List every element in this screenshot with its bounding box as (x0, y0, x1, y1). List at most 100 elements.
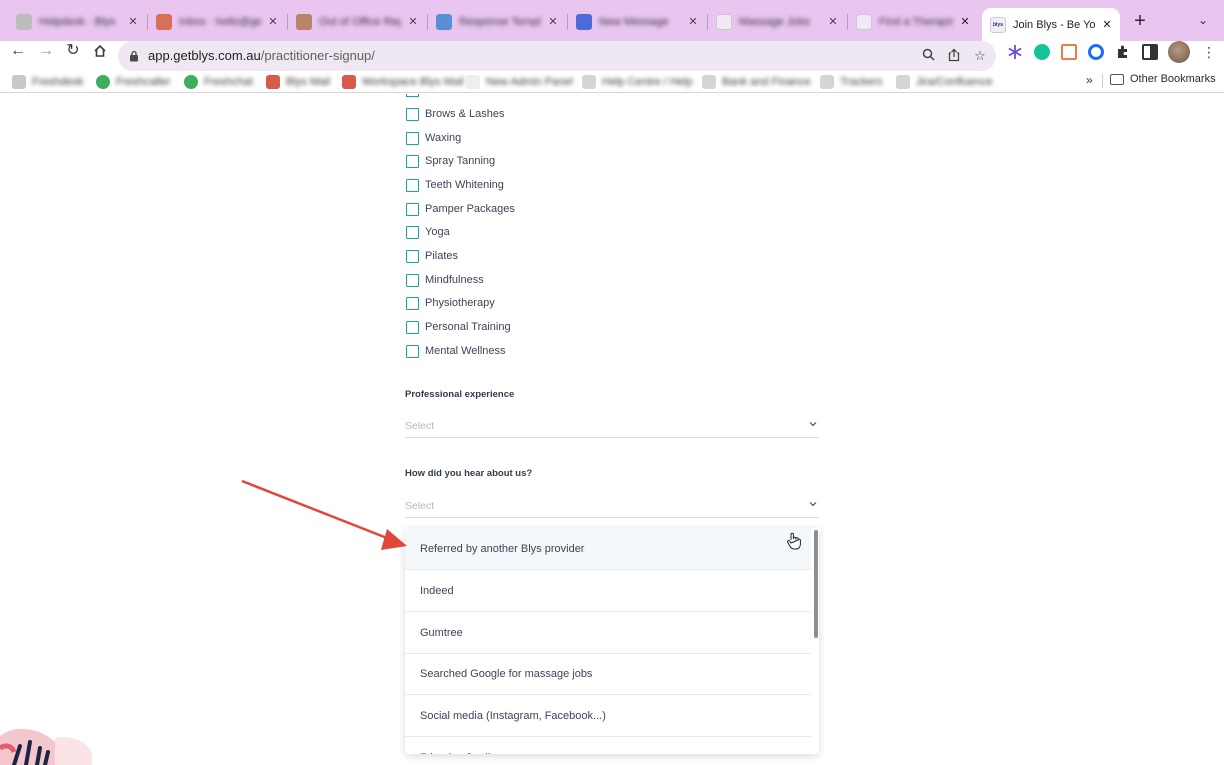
side-panel-icon[interactable] (1142, 44, 1158, 60)
service-option[interactable]: Mindfulness (406, 272, 484, 288)
checkbox[interactable] (406, 154, 419, 168)
browser-tab[interactable]: Inbox · hello@getblys ✕ (148, 9, 286, 35)
tab-favicon-icon (576, 14, 592, 30)
checkbox[interactable] (406, 107, 419, 121)
checkbox[interactable] (406, 249, 419, 263)
close-icon[interactable]: ✕ (958, 14, 972, 30)
select-placeholder: Select (405, 420, 435, 432)
dropdown-option[interactable]: Social media (Instagram, Facebook...) (405, 695, 811, 737)
close-icon[interactable]: ✕ (126, 14, 140, 30)
service-option[interactable]: Spray Tanning (406, 153, 495, 169)
checkbox[interactable] (406, 320, 419, 334)
close-icon[interactable]: ✕ (266, 14, 280, 30)
browser-tab[interactable]: Helpdesk · Blys ✕ (8, 9, 146, 35)
bookmarks-overflow-button[interactable]: » (1086, 73, 1093, 87)
bookmarks-divider (1102, 74, 1103, 88)
extension-snowflake-icon[interactable] (1007, 44, 1023, 60)
service-option[interactable]: Mental Wellness (406, 343, 506, 359)
profile-avatar[interactable] (1168, 41, 1190, 63)
folder-icon (582, 75, 596, 89)
bookmark-item[interactable]: Freshdesk (12, 74, 83, 90)
browser-tab-active[interactable]: blys Join Blys - Be Yo ✕ (982, 8, 1120, 41)
url-domain: app.getblys.com.au (148, 48, 261, 63)
bookmark-favicon-icon (184, 75, 198, 89)
service-label: Waxing (425, 132, 462, 144)
extensions-puzzle-icon[interactable] (1115, 44, 1131, 60)
dropdown-option[interactable]: Searched Google for massage jobs (405, 653, 811, 695)
bookmark-folder[interactable]: Jira/Confluence (896, 74, 992, 90)
other-bookmarks-button[interactable]: Other Bookmarks (1110, 73, 1216, 85)
new-tab-button[interactable]: + (1130, 11, 1150, 31)
address-bar[interactable]: app.getblys.com.au/practitioner-signup/ … (118, 41, 996, 71)
service-option[interactable]: Teeth Whitening (406, 177, 504, 193)
service-label: Physiotherapy (425, 297, 495, 309)
tab-title: Find a Therapist (879, 16, 953, 28)
extension-circle-icon[interactable] (1088, 44, 1104, 60)
close-icon[interactable]: ✕ (686, 14, 700, 30)
checkbox[interactable] (406, 225, 419, 239)
close-icon[interactable]: ✕ (1100, 17, 1114, 33)
browser-menu-icon[interactable]: ⋮ (1202, 43, 1216, 61)
browser-tab[interactable]: Find a Therapist ✕ (848, 9, 978, 35)
bookmarks-bar: Freshdesk Freshcaller Freshchat Blys Mai… (0, 71, 1224, 93)
checkbox[interactable] (406, 296, 419, 310)
close-icon[interactable]: ✕ (826, 14, 840, 30)
dropdown-option[interactable]: Friend or family (405, 737, 811, 754)
service-label: Brows & Lashes (425, 108, 505, 120)
service-option[interactable]: Brows & Lashes (406, 106, 504, 122)
folder-icon (702, 75, 716, 89)
signup-page: Brows & Lashes Waxing Spray Tanning Teet… (0, 94, 1224, 765)
dropdown-scrollbar[interactable] (814, 530, 818, 638)
service-option[interactable]: Yoga (406, 224, 450, 240)
url-path: /practitioner-signup/ (260, 48, 375, 63)
bookmark-item[interactable]: Workspace Blys Mail (342, 74, 464, 90)
bookmark-item[interactable]: Freshchat (184, 74, 253, 90)
service-option[interactable]: Personal Training (406, 319, 511, 335)
bookmark-folder[interactable]: Help Centre / Help (582, 74, 693, 90)
url-text[interactable]: app.getblys.com.au/practitioner-signup/ (148, 41, 375, 71)
grammarly-icon[interactable] (1034, 44, 1050, 60)
checkbox[interactable] (406, 94, 419, 97)
option-label: Friend or family (420, 737, 496, 754)
dropdown-option[interactable]: Indeed (405, 570, 811, 612)
service-option[interactable]: Pilates (406, 248, 458, 264)
bookmark-star-icon[interactable]: ☆ (972, 48, 988, 64)
browser-tab[interactable]: Out of Office Reply ✕ (288, 9, 426, 35)
hear-about-us-select[interactable]: Select (405, 490, 819, 518)
bookmark-folder[interactable]: Trackers (820, 74, 882, 90)
service-option[interactable]: Waxing (406, 130, 461, 146)
tab-search-chevron-icon[interactable]: ⌄ (1198, 13, 1208, 27)
chevron-down-icon (809, 502, 817, 507)
service-option[interactable]: Physiotherapy (406, 295, 495, 311)
lock-icon (130, 50, 138, 62)
service-label: Pamper Packages (425, 203, 515, 215)
browser-tab[interactable]: New Message ✕ (568, 9, 706, 35)
tab-title: Helpdesk · Blys (39, 16, 116, 28)
professional-experience-select[interactable]: Select (405, 410, 819, 438)
close-icon[interactable]: ✕ (406, 14, 420, 30)
bookmark-folder[interactable]: Bank and Finance (702, 74, 811, 90)
bookmark-item[interactable]: Blys Mail (266, 74, 330, 90)
bookmark-favicon-icon (12, 75, 26, 89)
bookmark-item[interactable]: Freshcaller (96, 74, 170, 90)
checkbox[interactable] (406, 273, 419, 287)
browser-tab[interactable]: Response Template ✕ (428, 9, 566, 35)
checkbox[interactable] (406, 202, 419, 216)
zoom-search-icon[interactable] (920, 48, 936, 64)
checkbox[interactable] (406, 178, 419, 192)
dropdown-option[interactable]: Gumtree (405, 612, 811, 654)
folder-icon (820, 75, 834, 89)
tab-favicon-icon (856, 14, 872, 30)
close-icon[interactable]: ✕ (546, 14, 560, 30)
checkbox[interactable] (406, 131, 419, 145)
checkbox[interactable] (406, 344, 419, 358)
select-placeholder: Select (405, 500, 435, 512)
bookmark-item[interactable]: New Admin Panel (466, 74, 573, 90)
professional-experience-label: Professional experience (405, 389, 515, 400)
share-icon[interactable] (946, 48, 962, 64)
dropdown-option[interactable]: Referred by another Blys provider (405, 528, 811, 570)
browser-tab[interactable]: Massage Jobs ✕ (708, 9, 846, 35)
service-option[interactable]: Pamper Packages (406, 201, 515, 217)
extension-grid-icon[interactable] (1061, 44, 1077, 60)
decorative-brush-graphic (0, 728, 92, 765)
